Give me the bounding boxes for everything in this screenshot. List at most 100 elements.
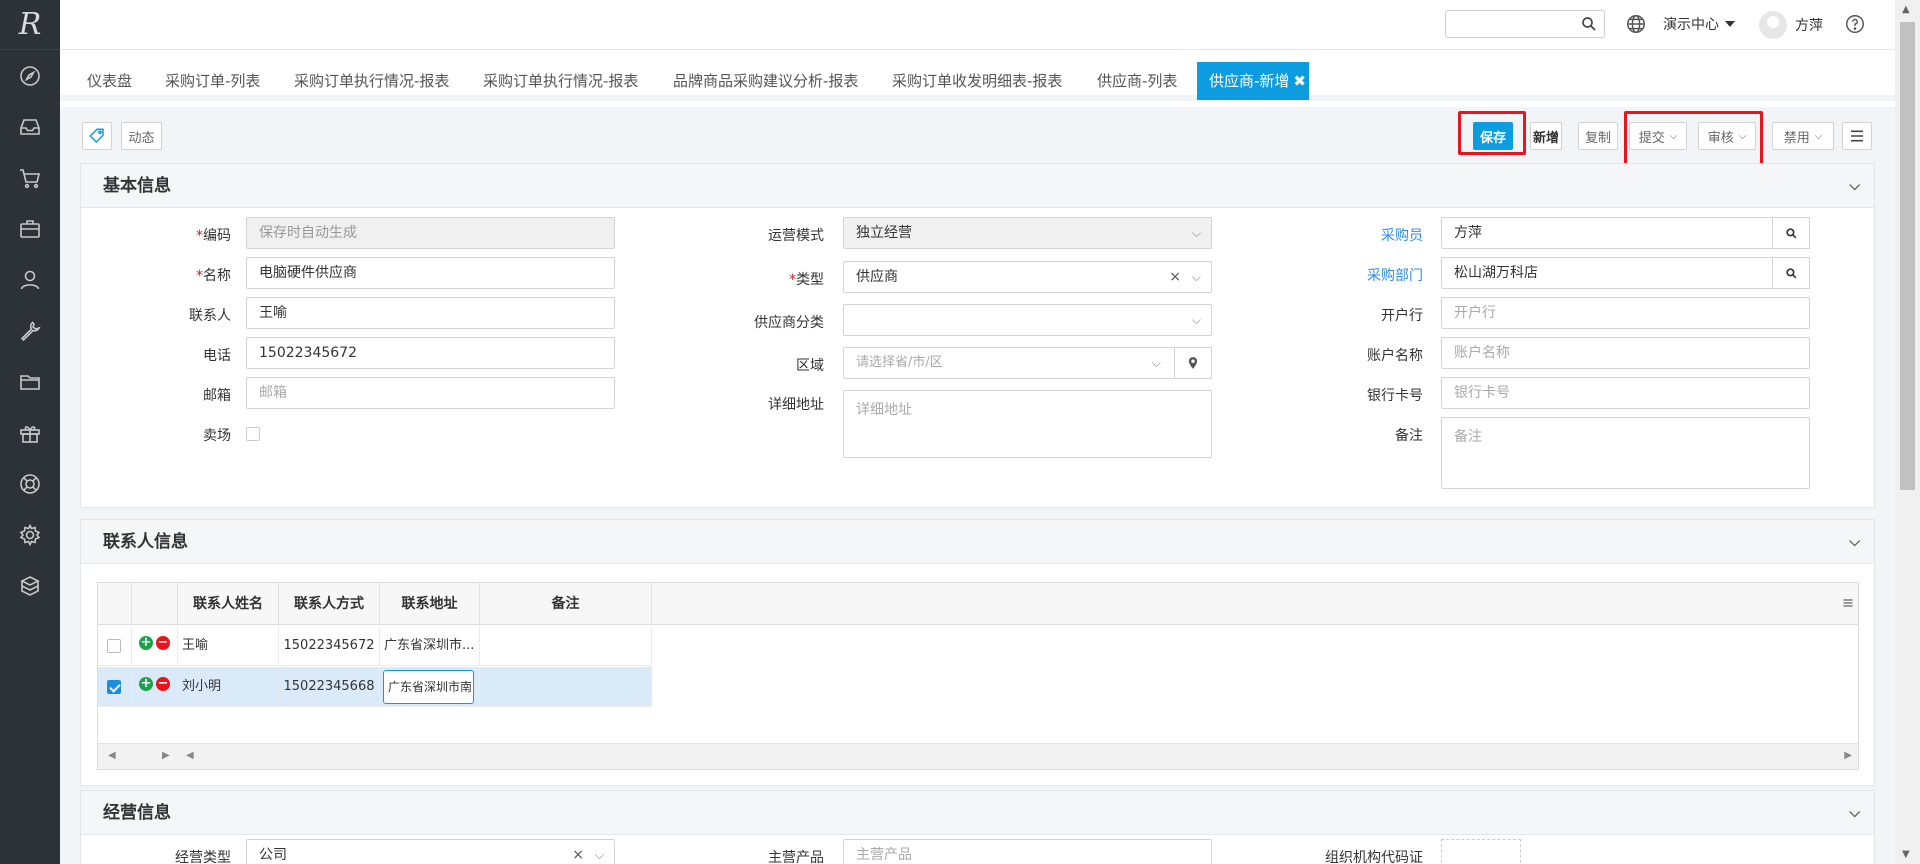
column-menu-icon[interactable] — [1842, 597, 1854, 609]
org-switcher[interactable]: 演示中心 — [1663, 14, 1735, 34]
biz-type-select[interactable]: 公司 × ⌵ — [246, 839, 615, 864]
phone-field[interactable]: 15022345672 — [246, 337, 615, 369]
chevron-down-icon[interactable]: ⌵ — [1849, 791, 1860, 835]
close-icon[interactable]: ✖ — [1293, 62, 1306, 100]
tab-dashboard[interactable]: 仪表盘 — [75, 62, 144, 100]
region-select[interactable]: 请选择省/市/区 ⌵ — [843, 347, 1212, 379]
remove-row-icon[interactable]: − — [156, 636, 170, 650]
briefcase-icon[interactable] — [0, 203, 60, 254]
clear-icon[interactable]: × — [1169, 262, 1181, 292]
user-icon[interactable] — [0, 254, 60, 305]
dept-field[interactable]: 松山湖万科店 — [1441, 257, 1810, 289]
location-button[interactable] — [1174, 347, 1212, 379]
scroll-down-icon[interactable]: ▼ — [1902, 849, 1910, 860]
row-checkbox[interactable] — [107, 639, 121, 653]
bank-label: 开户行 — [1381, 308, 1423, 324]
map-pin-icon — [1188, 357, 1198, 369]
horizontal-scrollbar[interactable]: ◀ ▶ ◀ ▶ — [98, 743, 1858, 769]
dept-search-button[interactable] — [1772, 257, 1810, 289]
add-row-icon[interactable]: + — [139, 677, 153, 691]
row-checkbox[interactable] — [107, 680, 121, 694]
chevron-down-icon[interactable]: ⌵ — [1849, 164, 1860, 208]
scrollbar-thumb[interactable] — [1900, 22, 1915, 490]
disable-dropdown[interactable]: 禁用 ⌵ — [1772, 122, 1834, 150]
cell-name[interactable]: 王喻 — [178, 626, 279, 666]
new-button[interactable]: 新增 — [1530, 122, 1562, 150]
cell-remark[interactable] — [480, 626, 652, 666]
compass-icon[interactable] — [0, 50, 60, 101]
tag-button[interactable] — [82, 122, 112, 150]
column-header-address[interactable]: 联系地址 — [380, 583, 480, 625]
contacts-title[interactable]: 联系人信息 ⌵ — [81, 520, 1874, 564]
category-select[interactable]: ⌵ — [843, 304, 1212, 336]
buyer-search-button[interactable] — [1772, 217, 1810, 249]
contact-field[interactable]: 王喻 — [246, 297, 615, 329]
search-icon — [1785, 227, 1796, 238]
folder-icon[interactable] — [0, 356, 60, 407]
search-icon[interactable] — [1580, 15, 1598, 33]
org-code-upload[interactable] — [1441, 839, 1521, 864]
remark-textarea[interactable]: 备注 — [1441, 417, 1810, 489]
tab-po-receipt-detail[interactable]: 采购订单收发明细表-报表 — [880, 62, 1074, 100]
buyer-label[interactable]: 采购员 — [1313, 225, 1423, 245]
tab-po-execution-report-2[interactable]: 采购订单执行情况-报表 — [471, 62, 650, 100]
chevron-down-icon[interactable]: ⌵ — [1849, 520, 1860, 564]
dynamic-button[interactable]: 动态 — [121, 122, 162, 150]
scroll-right-icon[interactable]: ▶ — [1844, 750, 1852, 761]
lifebuoy-icon[interactable] — [0, 458, 60, 509]
scroll-left-icon[interactable]: ◀ — [186, 750, 194, 761]
dept-label[interactable]: 采购部门 — [1313, 265, 1423, 285]
window-scrollbar[interactable]: ▲ ▼ — [1895, 0, 1920, 864]
remove-row-icon[interactable]: − — [156, 677, 170, 691]
mode-select: 独立经营 ⌵ — [843, 217, 1212, 249]
scroll-right-icon[interactable]: ▶ — [162, 750, 170, 761]
cell-address[interactable]: 广东省深圳市... — [380, 626, 480, 666]
gear-icon[interactable] — [0, 509, 60, 560]
code-label: *编码 — [196, 228, 231, 244]
address-edit-input[interactable]: 广东省深圳市南 — [383, 670, 474, 704]
email-field[interactable]: 邮箱 — [246, 377, 615, 409]
cubes-icon[interactable] — [0, 560, 60, 611]
cell-phone[interactable]: 15022345668 — [279, 667, 380, 707]
chevron-down-icon: ⌵ — [1191, 226, 1201, 240]
address-textarea[interactable]: 详细地址 — [843, 390, 1212, 458]
user-name[interactable]: 方萍 — [1795, 15, 1823, 35]
cell-phone[interactable]: 15022345672 — [279, 626, 380, 666]
bank-field[interactable]: 开户行 — [1441, 297, 1810, 329]
tab-po-list[interactable]: 采购订单-列表 — [153, 62, 272, 100]
cell-name[interactable]: 刘小明 — [178, 667, 279, 707]
globe-icon[interactable] — [1625, 13, 1647, 35]
wrench-icon[interactable] — [0, 305, 60, 356]
avatar[interactable] — [1759, 11, 1787, 39]
account-field[interactable]: 账户名称 — [1441, 337, 1810, 369]
cart-icon[interactable] — [0, 152, 60, 203]
inbox-icon[interactable] — [0, 101, 60, 152]
clear-icon[interactable]: × — [572, 840, 584, 864]
name-field[interactable]: 电脑硬件供应商 — [246, 257, 615, 289]
tab-brand-purchase-analysis[interactable]: 品牌商品采购建议分析-报表 — [661, 62, 870, 100]
card-field[interactable]: 银行卡号 — [1441, 377, 1810, 409]
type-select[interactable]: 供应商 × ⌵ — [843, 261, 1212, 293]
add-row-icon[interactable]: + — [139, 636, 153, 650]
search-input[interactable] — [1445, 10, 1605, 38]
column-header-remark[interactable]: 备注 — [480, 583, 652, 625]
business-title[interactable]: 经营信息 ⌵ — [81, 791, 1874, 835]
column-header-name[interactable]: 联系人姓名 — [178, 583, 279, 625]
tab-po-execution-report[interactable]: 采购订单执行情况-报表 — [282, 62, 461, 100]
help-icon[interactable] — [1844, 13, 1866, 35]
disable-label: 禁用 — [1783, 130, 1810, 146]
cell-remark[interactable] — [480, 667, 652, 707]
scroll-up-icon[interactable]: ▲ — [1902, 4, 1910, 15]
menu-button[interactable] — [1842, 122, 1872, 150]
store-checkbox[interactable] — [246, 427, 260, 441]
basic-info-title[interactable]: 基本信息 ⌵ — [81, 164, 1874, 208]
main-product-field[interactable]: 主营产品 — [843, 839, 1212, 864]
scroll-left-icon[interactable]: ◀ — [108, 750, 116, 761]
column-header-phone[interactable]: 联系人方式 — [279, 583, 380, 625]
gift-icon[interactable] — [0, 407, 60, 458]
tab-supplier-new[interactable]: 供应商-新增 ✖ — [1197, 62, 1309, 100]
copy-button[interactable]: 复制 — [1578, 122, 1618, 150]
chevron-down-icon: ⌵ — [1191, 270, 1201, 284]
tab-supplier-list[interactable]: 供应商-列表 — [1085, 62, 1189, 100]
buyer-field[interactable]: 方萍 — [1441, 217, 1810, 249]
